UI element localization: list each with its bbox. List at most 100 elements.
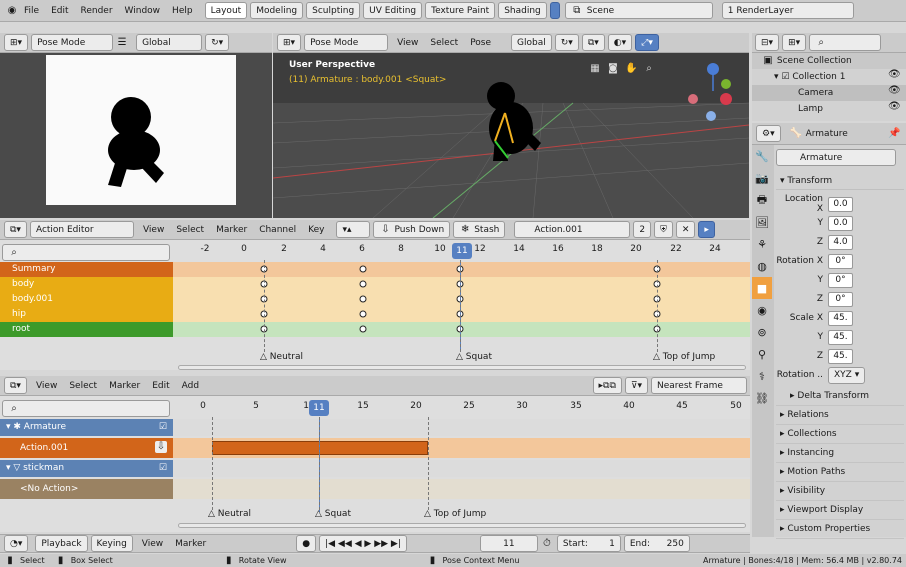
keyframe[interactable]	[359, 265, 367, 273]
tab-view-layer-icon[interactable]: 🖼	[752, 211, 772, 233]
eye-icon[interactable]: 👁	[888, 85, 901, 97]
ae-marker-top-of-jump[interactable]: △ Top of Jump	[653, 352, 715, 362]
action-editor-mode[interactable]: Action Editor	[29, 221, 134, 238]
viewport-editor-type[interactable]: ⊞▾	[277, 34, 302, 51]
section-collections[interactable]: ▸ Collections	[776, 425, 904, 444]
tab-object-icon[interactable]: ■	[752, 277, 772, 299]
tab-tool-icon[interactable]: 🔧	[752, 145, 772, 167]
nla-menu-view[interactable]: View	[30, 381, 63, 391]
ae-search-field[interactable]: ⌕	[2, 244, 170, 261]
ae-current-frame[interactable]: 11	[452, 243, 472, 259]
scale-z-field[interactable]: 45.	[828, 348, 853, 364]
viewport-pivot[interactable]: ↻▾	[554, 34, 579, 51]
section-custom-properties[interactable]: ▸ Custom Properties	[776, 520, 904, 539]
outliner-item-collection[interactable]: ▾ ☑ Collection 1 👁	[752, 69, 906, 85]
start-frame-field[interactable]: Start: 1	[556, 535, 621, 552]
menu-render[interactable]: Render	[75, 6, 119, 16]
tab-bone-constraint-icon[interactable]: ⛓	[752, 387, 772, 409]
channel-hip[interactable]: hip	[0, 307, 173, 322]
keyframe[interactable]	[359, 280, 367, 288]
action-editor-type[interactable]: ⧉▾	[4, 221, 27, 238]
ae-scrollbar[interactable]	[178, 365, 746, 370]
unlink-action-button[interactable]: ✕	[675, 221, 696, 238]
viewport-3d[interactable]: User Perspective (11) Armature : body.00…	[273, 33, 749, 218]
nla-track-action[interactable]: Action.001 ⇩	[0, 438, 173, 458]
ae-marker-squat[interactable]: △ Squat	[456, 352, 492, 362]
outliner-editor-type[interactable]: ⊟▾	[755, 34, 780, 51]
nla-snap-dropdown[interactable]: Nearest Frame	[651, 377, 747, 394]
section-instancing[interactable]: ▸ Instancing	[776, 444, 904, 463]
outliner-item-lamp[interactable]: Lamp 👁	[752, 101, 906, 117]
ae-menu-view[interactable]: View	[137, 225, 170, 235]
location-y-field[interactable]: 0.0	[828, 215, 853, 231]
properties-editor-type[interactable]: ⚙▾	[756, 125, 781, 142]
tab-modeling[interactable]: Modeling	[250, 2, 304, 19]
pivot-button[interactable]: ↻▾	[205, 34, 230, 51]
end-frame-field[interactable]: End: 250	[623, 535, 690, 552]
viewport-menu-pose[interactable]: Pose	[464, 38, 497, 48]
tab-constraint-icon[interactable]: ⊚	[752, 321, 772, 343]
viewport-orientation[interactable]: Global	[511, 34, 552, 51]
axis-gizmo[interactable]	[683, 61, 743, 121]
nla-filter-buttons[interactable]: ▸⧉⧉	[592, 377, 622, 394]
nla-action-strip[interactable]	[212, 441, 428, 455]
record-button[interactable]: ●	[296, 535, 317, 552]
outliner-root[interactable]: ▣ Scene Collection	[752, 53, 906, 69]
rotation-y-field[interactable]: 0°	[828, 272, 853, 288]
workspace-add-button[interactable]	[549, 2, 560, 19]
push-down-icon[interactable]: ⇩	[155, 441, 167, 453]
ae-menu-channel[interactable]: Channel	[253, 225, 302, 235]
action-users-count[interactable]: 2	[633, 221, 652, 238]
fake-user-button[interactable]: ⛨	[654, 221, 673, 238]
viewport-snap[interactable]: ⧉▾	[581, 34, 605, 51]
outliner-search[interactable]: ⌕	[809, 34, 882, 51]
action-selector[interactable]: Action.001	[514, 221, 631, 238]
ae-filter-button[interactable]: ▸	[698, 221, 715, 238]
tab-data-icon[interactable]: ⚲	[752, 343, 772, 365]
playback-menu[interactable]: Playback	[35, 535, 88, 552]
nla-track-armature[interactable]: ▾ ✱ Armature ☑	[0, 419, 173, 436]
nla-track-stickman[interactable]: ▾ ▽ stickman ☑	[0, 460, 173, 477]
zoom-icon[interactable]: ⌕	[643, 63, 655, 75]
section-motion-paths[interactable]: ▸ Motion Paths	[776, 463, 904, 482]
keying-menu[interactable]: Keying	[90, 535, 133, 552]
viewport-gizmo-toggle[interactable]: ⤢▾	[635, 34, 659, 51]
outliner-item-camera[interactable]: Camera 👁	[752, 85, 906, 101]
timeline-editor-type[interactable]: ◔▾	[4, 535, 29, 552]
nla-marker-top-of-jump[interactable]: △ Top of Jump	[424, 509, 486, 519]
section-relations[interactable]: ▸ Relations	[776, 406, 904, 425]
ae-menu-marker[interactable]: Marker	[210, 225, 253, 235]
channel-body001[interactable]: body.001	[0, 292, 173, 307]
timeline-menu-view[interactable]: View	[136, 539, 169, 549]
scale-y-field[interactable]: 45.	[828, 329, 853, 345]
ae-menu-select[interactable]: Select	[170, 225, 210, 235]
nla-scrollbar[interactable]	[178, 523, 746, 528]
ae-layer-buttons[interactable]: ▾▴	[336, 221, 371, 238]
menu-file[interactable]: File	[18, 6, 45, 16]
editor-type-button[interactable]: ⊞▾	[4, 34, 29, 51]
orientation-dropdown[interactable]: Global	[136, 34, 203, 51]
tab-bone-icon[interactable]: ⚕	[752, 365, 772, 387]
outliner-display-mode[interactable]: ⊞▾	[782, 34, 807, 51]
rotation-x-field[interactable]: 0°	[828, 253, 853, 269]
pin-icon[interactable]: 📌	[888, 128, 900, 140]
eye-icon[interactable]: 👁	[888, 101, 901, 113]
tab-modifier-icon[interactable]: ◉	[752, 299, 772, 321]
eye-icon[interactable]: 👁	[888, 69, 901, 81]
current-frame-field[interactable]: 11	[479, 535, 538, 552]
blender-logo-icon[interactable]: ◉	[6, 5, 18, 17]
tab-uv-editing[interactable]: UV Editing	[363, 2, 423, 19]
hand-icon[interactable]: ✋	[625, 63, 637, 75]
viewport-menu-view[interactable]: View	[391, 38, 424, 48]
tab-output-icon[interactable]: 🖶	[752, 189, 772, 211]
nla-menu-add[interactable]: Add	[176, 381, 205, 391]
tab-layout[interactable]: Layout	[204, 2, 248, 19]
viewport-menu-select[interactable]: Select	[424, 38, 464, 48]
tab-render-icon[interactable]: 📷	[752, 167, 772, 189]
stopwatch-icon[interactable]: ⏱	[541, 538, 553, 550]
mode-dropdown[interactable]: Pose Mode	[31, 34, 114, 51]
keyframe[interactable]	[359, 310, 367, 318]
push-down-button[interactable]: ⇩ Push Down	[373, 221, 451, 238]
rotation-z-field[interactable]: 0°	[828, 291, 853, 307]
grid-icon[interactable]: ▦	[589, 63, 601, 75]
